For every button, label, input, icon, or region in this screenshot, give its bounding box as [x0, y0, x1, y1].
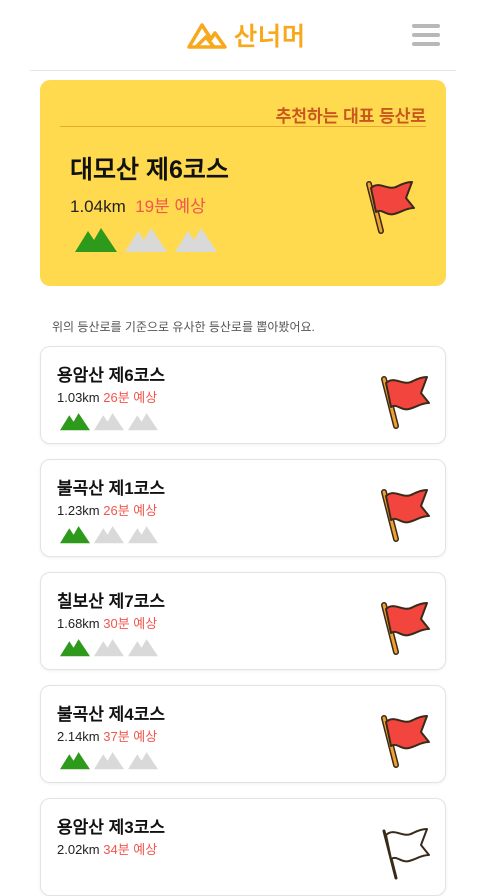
mountain-icon [128, 752, 158, 770]
logo[interactable]: 산너머 [186, 17, 306, 53]
course-meta: 2.02km 34분 예상 [57, 839, 157, 858]
mountain-icon [60, 413, 90, 431]
mountain-icon [94, 526, 124, 544]
mountain-icon [94, 752, 124, 770]
course-time: 26분 예상 [103, 390, 158, 405]
course-distance: 1.68km [57, 616, 100, 631]
mountain-icon [128, 413, 158, 431]
course-card[interactable]: 불곡산 제1코스 1.23km 26분 예상 [40, 459, 446, 557]
flag-icon [381, 602, 430, 655]
flag-outline-icon [382, 828, 430, 880]
course-title: 불곡산 제4코스 [57, 705, 166, 724]
course-time: 30분 예상 [103, 616, 158, 631]
difficulty-rating [59, 750, 159, 770]
mountain-icon [128, 526, 158, 544]
course-meta: 2.14km 37분 예상 [57, 726, 157, 745]
difficulty-rating [59, 411, 159, 431]
flag-icon [381, 715, 430, 768]
mountain-icon [94, 639, 124, 657]
app-header: 산너머 [0, 0, 484, 70]
course-time: 26분 예상 [103, 503, 158, 518]
mountain-icon [60, 752, 90, 770]
difficulty-rating [59, 637, 159, 657]
header-divider [30, 70, 456, 71]
course-card[interactable]: 용암산 제6코스 1.03km 26분 예상 [40, 346, 446, 444]
featured-course-meta: 1.04km 19분 예상 [70, 192, 206, 217]
hamburger-menu-icon[interactable] [410, 22, 442, 48]
mountain-icon [60, 639, 90, 657]
flag-icon [381, 376, 430, 429]
course-meta: 1.03km 26분 예상 [57, 387, 157, 406]
course-distance: 2.14km [57, 729, 100, 744]
mountain-logo-icon [187, 23, 227, 49]
course-time: 37분 예상 [103, 729, 158, 744]
featured-divider [60, 126, 426, 127]
course-meta: 1.23km 26분 예상 [57, 500, 157, 519]
featured-label: 추천하는 대표 등산로 [275, 107, 426, 126]
featured-distance: 1.04km [70, 197, 126, 216]
mountain-icon [94, 413, 124, 431]
course-title: 칠보산 제7코스 [57, 592, 166, 611]
logo-text: 산너머 [234, 23, 307, 51]
flag-icon [366, 181, 415, 234]
difficulty-rating [59, 524, 159, 544]
mountain-icon [60, 526, 90, 544]
featured-course-title: 대모산 제6코스 [70, 156, 229, 184]
course-title: 용암산 제6코스 [57, 366, 166, 385]
course-card[interactable]: 칠보산 제7코스 1.68km 30분 예상 [40, 572, 446, 670]
flag-icon [381, 489, 430, 542]
mountain-icon [75, 228, 117, 252]
mountain-icon [128, 639, 158, 657]
mountain-icon [175, 228, 217, 252]
featured-course-card[interactable]: 추천하는 대표 등산로 대모산 제6코스 1.04km 19분 예상 [40, 80, 446, 286]
course-distance: 1.23km [57, 503, 100, 518]
course-meta: 1.68km 30분 예상 [57, 613, 157, 632]
featured-time: 19분 예상 [135, 197, 206, 216]
mountain-icon [125, 228, 167, 252]
course-card[interactable]: 용암산 제3코스 2.02km 34분 예상 [40, 798, 446, 896]
course-title: 용암산 제3코스 [57, 818, 166, 837]
course-title: 불곡산 제1코스 [57, 479, 166, 498]
difficulty-rating [74, 225, 218, 253]
course-card[interactable]: 불곡산 제4코스 2.14km 37분 예상 [40, 685, 446, 783]
course-distance: 1.03km [57, 390, 100, 405]
similar-courses-note: 위의 등산로를 기준으로 유사한 등산로를 뽑아봤어요. [52, 320, 315, 334]
